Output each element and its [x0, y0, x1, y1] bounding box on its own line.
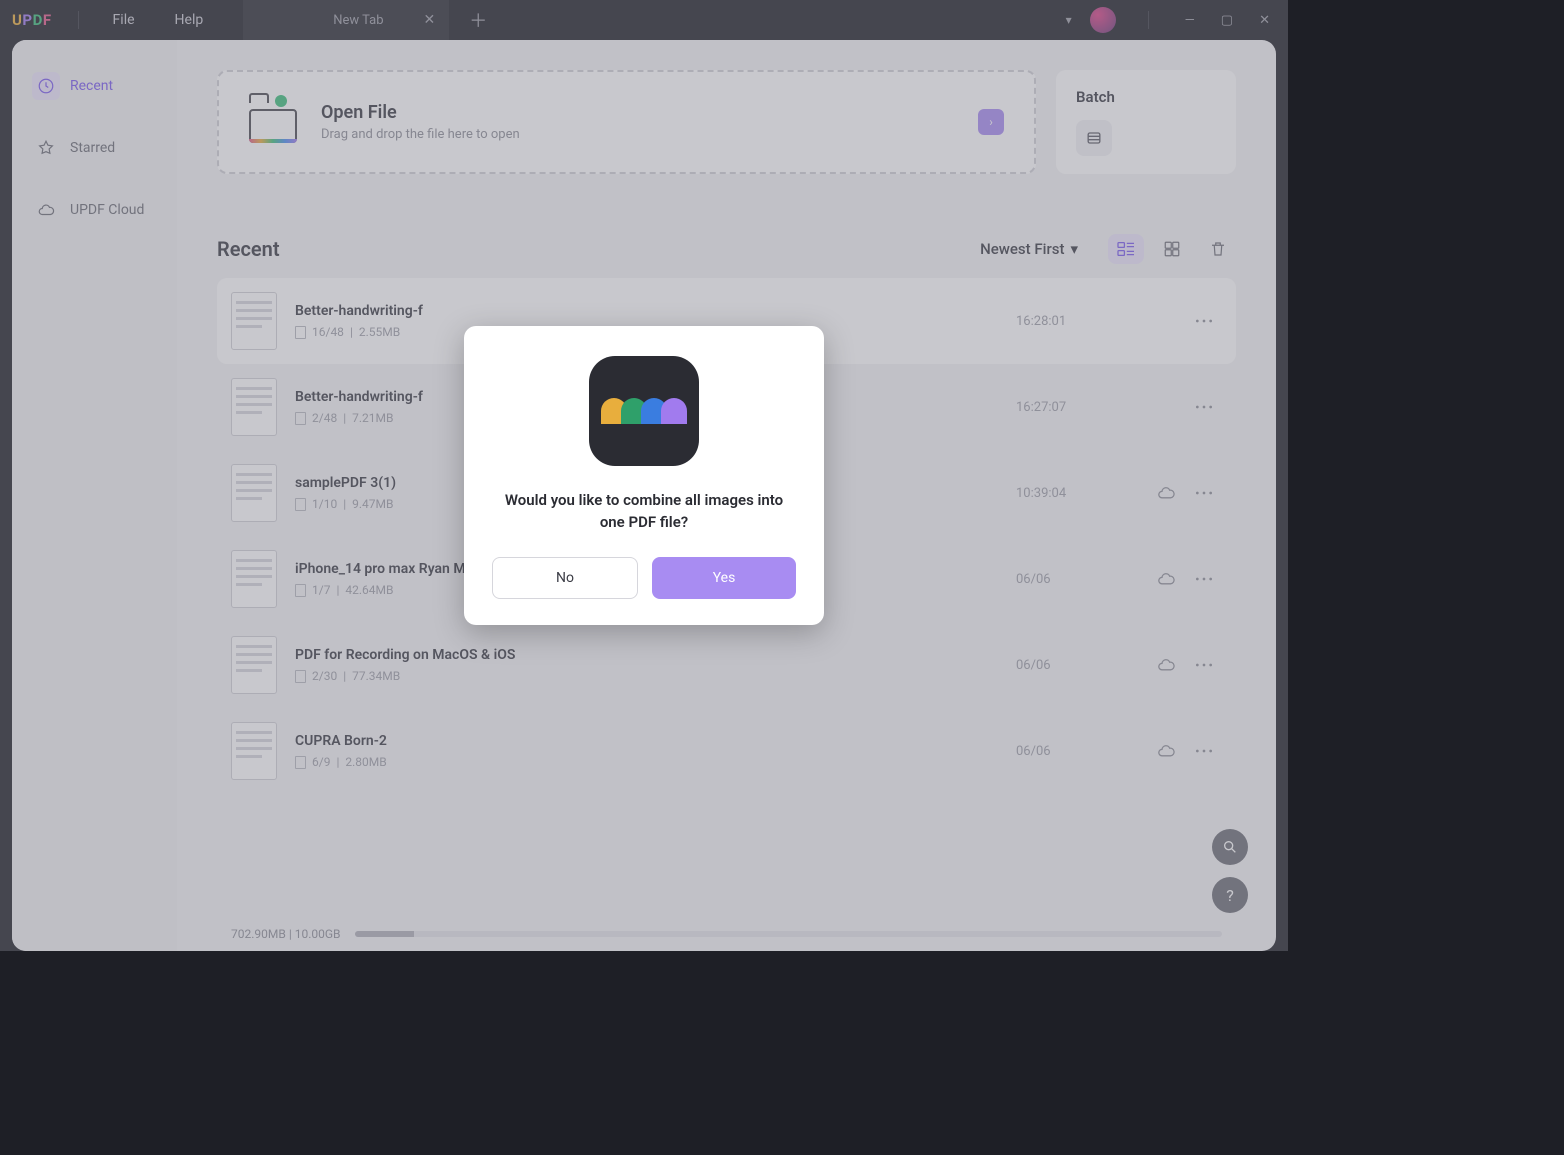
dialog-overlay: Would you like to combine all images int… [0, 0, 1288, 951]
no-button[interactable]: No [492, 557, 638, 599]
yes-button[interactable]: Yes [652, 557, 796, 599]
combine-images-dialog: Would you like to combine all images int… [464, 326, 824, 626]
dialog-message: Would you like to combine all images int… [492, 490, 796, 534]
app-window: UPDF File Help New Tab ✕ ＋ ▾ — ▢ ✕ Recen… [0, 0, 1288, 951]
app-icon [589, 356, 699, 466]
